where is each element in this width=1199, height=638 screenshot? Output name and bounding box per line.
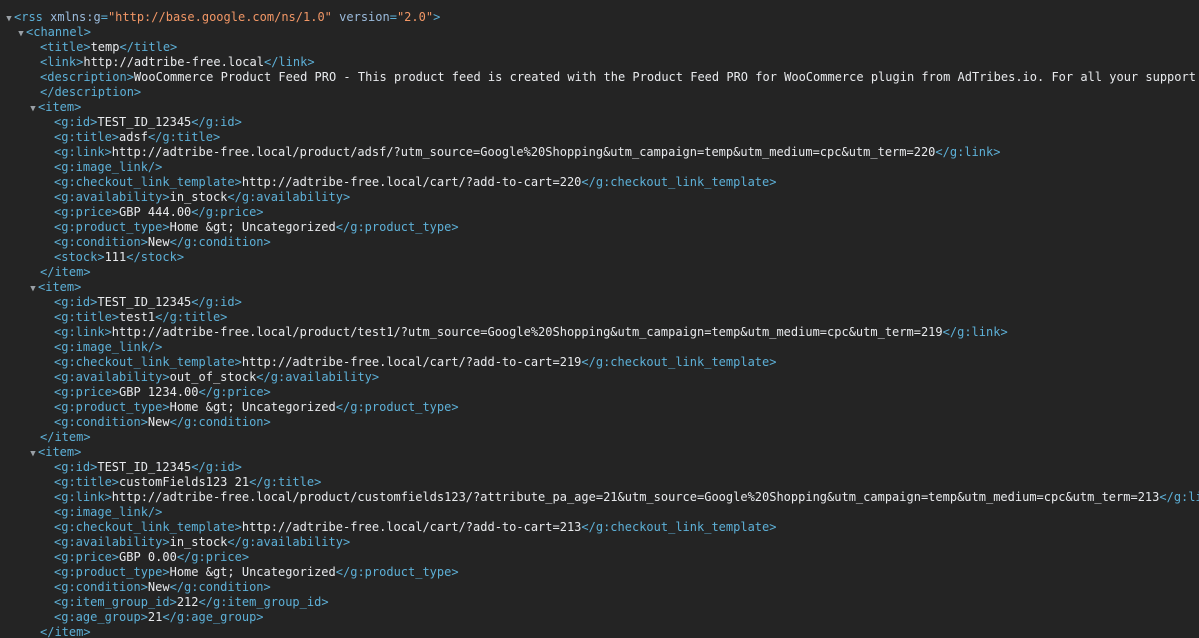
- item-checkout-link: http://adtribe-free.local/cart/?add-to-c…: [241, 355, 582, 369]
- item-age-group-line: <g:age_group>21</g:age_group>: [54, 610, 264, 624]
- channel-description: WooCommerce Product Feed PRO - This prod…: [133, 70, 1199, 84]
- item-checkout-line: <g:checkout_link_template>http://adtribe…: [54, 175, 777, 189]
- item-id-line: <g:id>TEST_ID_12345</g:id>: [54, 295, 242, 309]
- item-group-id-line: <g:item_group_id>212</g:item_group_id>: [54, 595, 329, 609]
- item-link-line: <g:link>http://adtribe-free.local/produc…: [54, 145, 1001, 159]
- item-price: GBP 0.00: [119, 550, 177, 564]
- item-close-line: </item>: [40, 265, 91, 279]
- item-title-line: <g:title>test1</g:title>: [54, 310, 228, 324]
- item-availability: in_stock: [169, 190, 228, 204]
- item-link: http://adtribe-free.local/product/adsf/?…: [111, 145, 936, 159]
- rss-attr-name: version: [339, 10, 390, 24]
- item-product-type-line: <g:product_type>Home &gt; Uncategorized<…: [54, 220, 459, 234]
- item-close-line: </item>: [40, 625, 91, 638]
- item-price: GBP 444.00: [119, 205, 192, 219]
- item-id-line: <g:id>TEST_ID_12345</g:id>: [54, 115, 242, 129]
- channel-description-line: <description>WooCommerce Product Feed PR…: [40, 70, 1199, 85]
- item-product-type: Home &gt; Uncategorized: [169, 565, 336, 579]
- item-line: ▼ <item>: [28, 280, 81, 295]
- item-price-line: <g:price>GBP 1234.00</g:price>: [54, 385, 271, 399]
- item-checkout-link: http://adtribe-free.local/cart/?add-to-c…: [241, 520, 582, 534]
- item-condition-line: <g:condition>New</g:condition>: [54, 415, 271, 429]
- item-stock-line: <stock>111</stock>: [54, 250, 185, 264]
- item-price-line: <g:price>GBP 444.00</g:price>: [54, 205, 264, 219]
- rss-attr-name: xmlns:g: [50, 10, 101, 24]
- item-image-link-line: <g:image_link/>: [54, 340, 163, 354]
- item-product-type-line: <g:product_type>Home &gt; Uncategorized<…: [54, 565, 459, 579]
- item-product-type: Home &gt; Uncategorized: [169, 400, 336, 414]
- item-id-line: <g:id>TEST_ID_12345</g:id>: [54, 460, 242, 474]
- channel-title: temp: [90, 40, 120, 54]
- item-condition-line: <g:condition>New</g:condition>: [54, 235, 271, 249]
- item-availability-line: <g:availability>out_of_stock</g:availabi…: [54, 370, 380, 384]
- item-condition-line: <g:condition>New</g:condition>: [54, 580, 271, 594]
- item-id: TEST_ID_12345: [97, 295, 192, 309]
- item-checkout-link: http://adtribe-free.local/cart/?add-to-c…: [241, 175, 582, 189]
- item-link: http://adtribe-free.local/product/custom…: [111, 490, 1160, 504]
- collapse-toggle-icon[interactable]: ▼: [28, 282, 38, 297]
- item-stock: 111: [104, 250, 127, 264]
- item-title: customFields123 21: [119, 475, 250, 489]
- item-title: adsf: [119, 130, 148, 144]
- item-product-type-line: <g:product_type>Home &gt; Uncategorized<…: [54, 400, 459, 414]
- item-availability: in_stock: [169, 535, 228, 549]
- item-title-line: <g:title>customFields123 21</g:title>: [54, 475, 322, 489]
- item-availability-line: <g:availability>in_stock</g:availability…: [54, 190, 351, 204]
- item-checkout-line: <g:checkout_link_template>http://adtribe…: [54, 355, 777, 369]
- item-condition: New: [147, 580, 170, 594]
- item-id: TEST_ID_12345: [97, 115, 192, 129]
- rss-attr-value: "http://base.google.com/ns/1.0": [107, 10, 332, 24]
- channel-title-line: <title>temp</title>: [40, 40, 178, 54]
- item-line: ▼ <item>: [28, 445, 81, 460]
- item-image-link-line: <g:image_link/>: [54, 160, 163, 174]
- channel-link: http://adtribe-free.local: [83, 55, 264, 69]
- channel-link-line: <link>http://adtribe-free.local</link>: [40, 55, 315, 69]
- collapse-toggle-icon[interactable]: ▼: [16, 27, 26, 42]
- item-product-type: Home &gt; Uncategorized: [169, 220, 336, 234]
- item-availability: out_of_stock: [169, 370, 257, 384]
- item-link-line: <g:link>http://adtribe-free.local/produc…: [54, 490, 1199, 504]
- item-age-group: 21: [147, 610, 163, 624]
- item-price: GBP 1234.00: [119, 385, 199, 399]
- item-condition: New: [147, 415, 170, 429]
- item-close-line: </item>: [40, 430, 91, 444]
- item-availability-line: <g:availability>in_stock</g:availability…: [54, 535, 351, 549]
- rss-attr-value: "2.0": [396, 10, 434, 24]
- item-line: ▼ <item>: [28, 100, 81, 115]
- item-condition: New: [147, 235, 170, 249]
- item-id: TEST_ID_12345: [97, 460, 192, 474]
- item-group-id: 212: [176, 595, 199, 609]
- item-link: http://adtribe-free.local/product/test1/…: [111, 325, 943, 339]
- item-checkout-line: <g:checkout_link_template>http://adtribe…: [54, 520, 777, 534]
- rss-line: ▼ <rss xmlns:g="http://base.google.com/ns…: [4, 10, 440, 25]
- item-title: test1: [119, 310, 156, 324]
- item-title-line: <g:title>adsf</g:title>: [54, 130, 221, 144]
- item-price-line: <g:price>GBP 0.00</g:price>: [54, 550, 250, 564]
- collapse-toggle-icon[interactable]: ▼: [28, 447, 38, 462]
- collapse-toggle-icon[interactable]: ▼: [28, 102, 38, 117]
- item-link-line: <g:link>http://adtribe-free.local/produc…: [54, 325, 1008, 339]
- collapse-toggle-icon[interactable]: ▼: [4, 12, 14, 27]
- xml-tree-viewer: ▼ <rss xmlns:g="http://base.google.com/ns…: [0, 0, 1199, 638]
- channel-line: ▼ <channel>: [16, 25, 91, 40]
- channel-description-close-line: </description>: [40, 85, 142, 99]
- item-image-link-line: <g:image_link/>: [54, 505, 163, 519]
